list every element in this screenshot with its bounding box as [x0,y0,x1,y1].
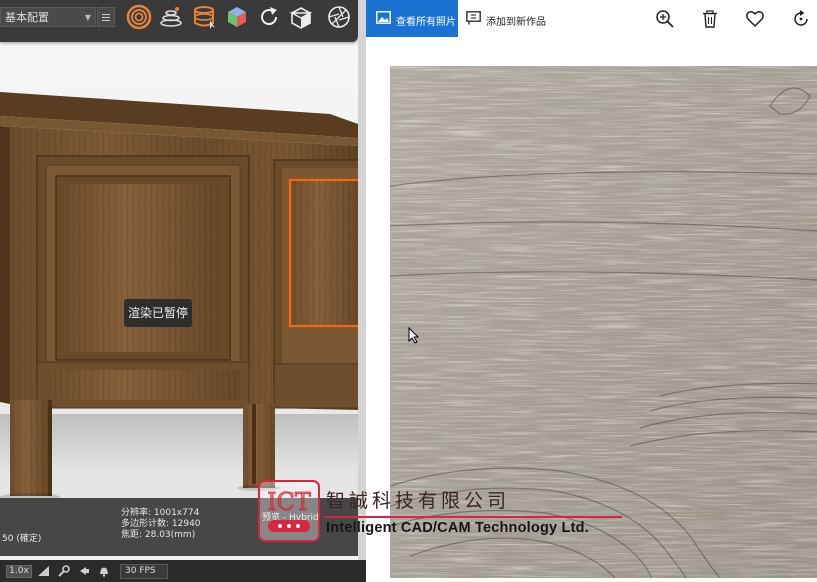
preset-list-button[interactable] [97,7,115,27]
camera-cube-icon[interactable] [288,4,314,30]
svg-text:ICT: ICT [267,488,311,516]
refresh-icon[interactable] [256,4,282,30]
stats-partial-text: 50 (確定) [2,534,42,544]
photos-toolbar: 查看所有照片 添加到新作品 [366,0,817,37]
wrench-icon[interactable] [58,565,70,577]
add-creation-icon [466,11,481,25]
fps-value: 30 FPS [125,566,156,576]
add-to-creation-button[interactable]: 添加到新作品 [464,0,574,37]
see-all-photos-label: 查看所有照片 [396,17,456,28]
performance-slider-icon[interactable] [38,565,50,577]
render-viewport[interactable]: 渲染已暂停 [0,42,358,498]
photo-gallery-icon [376,11,391,24]
rotate-icon[interactable] [791,9,811,29]
company-watermark: ICT 智誠科技有限公司 Intelligent CAD/CAM Technol… [258,478,638,548]
keyshot-status-bar: 1.0x 30 FPS [0,560,366,582]
delete-icon[interactable] [700,9,720,29]
chevron-down-icon: ▼ [84,13,91,22]
zoom-level-button[interactable]: 1.0x [6,565,32,578]
zoom-icon[interactable] [655,9,675,29]
model-cube-icon[interactable] [224,4,250,30]
aperture-icon[interactable] [326,4,352,30]
render-stats: 分辨率: 1001x774 多边形计数: 12940 焦距: 28.03(mm) [121,508,201,541]
favorite-icon[interactable] [745,9,765,29]
mouse-cursor-icon [408,327,420,344]
environment-icon[interactable] [192,4,218,30]
render-paused-overlay: 渲染已暂停 [124,299,192,327]
company-name-chinese: 智誠科技有限公司 [326,490,511,512]
material-ball-icon[interactable] [126,4,152,30]
cabinet-render [0,92,358,498]
stat-resolution: 分辨率: 1001x774 [121,508,200,518]
stat-polygon-count: 多边形计数: 12940 [121,519,201,529]
lights-icon[interactable] [158,4,184,30]
bell-icon[interactable] [98,565,110,577]
add-to-creation-label: 添加到新作品 [486,17,546,28]
ict-logo: ICT [258,480,320,542]
keyshot-toolbar: 基本配置 ▼ [0,0,358,42]
see-all-photos-button[interactable]: 查看所有照片 [366,0,458,37]
pin-icon[interactable] [78,565,90,577]
company-name-english: Intelligent CAD/CAM Technology Ltd. [326,520,589,536]
stat-focal-length: 焦距: 28.03(mm) [121,530,196,540]
fps-dropdown[interactable]: 30 FPS [120,564,168,579]
watermark-divider [324,516,622,518]
preset-value: 基本配置 [5,11,49,24]
preset-dropdown[interactable]: 基本配置 ▼ [0,7,96,27]
